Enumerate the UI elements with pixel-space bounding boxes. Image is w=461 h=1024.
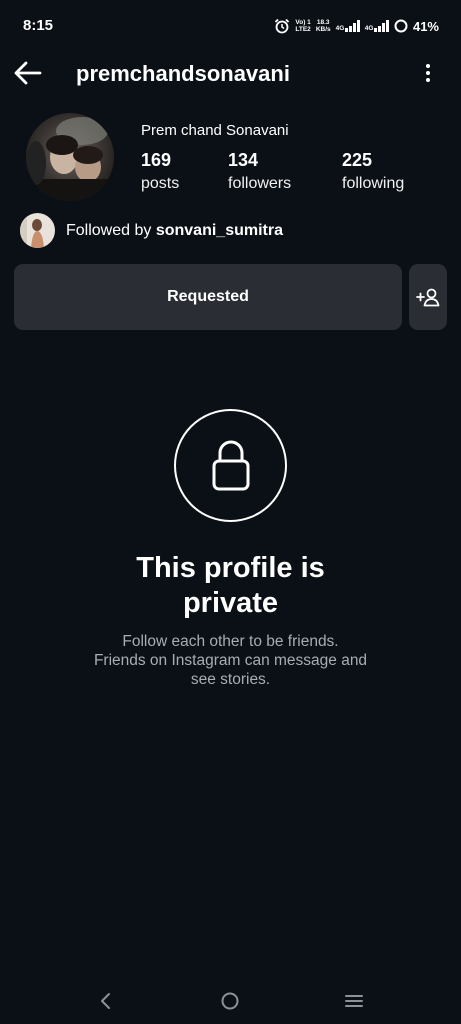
stat-followers[interactable]: 134 followers: [228, 150, 291, 193]
stat-following-value: 225: [342, 150, 373, 170]
profile-avatar[interactable]: [26, 113, 114, 201]
suggested-users-button[interactable]: [409, 264, 447, 330]
stat-followers-value: 134: [228, 150, 259, 170]
battery-percent: 41%: [412, 18, 439, 34]
status-indicators: Vo) 1 LTE2 18.3 KB/s 4G 4G 41%: [274, 15, 439, 37]
sim1-signal-icon: 4G: [336, 20, 360, 32]
back-arrow-icon[interactable]: [10, 58, 46, 88]
followed-by-row[interactable]: Followed by sonvani_sumitra: [20, 213, 283, 248]
nav-home-icon[interactable]: [218, 990, 242, 1012]
followed-by-text: Followed by sonvani_sumitra: [66, 221, 283, 239]
stat-followers-label: followers: [228, 175, 292, 192]
battery-icon: [394, 19, 408, 33]
volte-indicator: Vo) 1 LTE2: [295, 19, 311, 33]
system-nav-bar: [0, 976, 461, 1024]
lock-icon: [212, 440, 249, 490]
nav-back-icon[interactable]: [94, 990, 118, 1012]
username-title: premchandsonavani: [76, 61, 290, 86]
private-profile-description: Follow each other to be friends. Friends…: [93, 633, 368, 688]
mutual-follower-avatar: [20, 213, 55, 248]
stat-following[interactable]: 225 following: [342, 150, 404, 193]
status-bar: 8:15 Vo) 1 LTE2 18.3 KB/s 4G 4G 41%: [0, 0, 461, 52]
stat-posts[interactable]: 169 posts: [141, 150, 179, 193]
mutual-follower-username[interactable]: sonvani_sumitra: [156, 222, 283, 239]
lock-circle: [174, 409, 287, 522]
stat-posts-value: 169: [141, 150, 172, 170]
stat-posts-label: posts: [141, 175, 180, 192]
profile-screen: 8:15 Vo) 1 LTE2 18.3 KB/s 4G 4G 41% prem…: [0, 0, 461, 1024]
stat-following-label: following: [342, 175, 405, 192]
add-person-icon: [416, 288, 440, 307]
private-profile-title: This profile is private: [136, 552, 325, 619]
sim2-signal-icon: 4G: [365, 20, 389, 32]
more-options-icon[interactable]: [421, 60, 435, 86]
profile-header: premchandsonavani: [0, 52, 461, 96]
nav-menu-icon[interactable]: [342, 990, 366, 1012]
status-time: 8:15: [23, 17, 54, 34]
network-speed: 18.3 KB/s: [315, 19, 331, 33]
requested-button[interactable]: Requested: [14, 264, 402, 330]
alarm-icon: [275, 18, 290, 34]
full-name: Prem chand Sonavani: [141, 122, 289, 139]
